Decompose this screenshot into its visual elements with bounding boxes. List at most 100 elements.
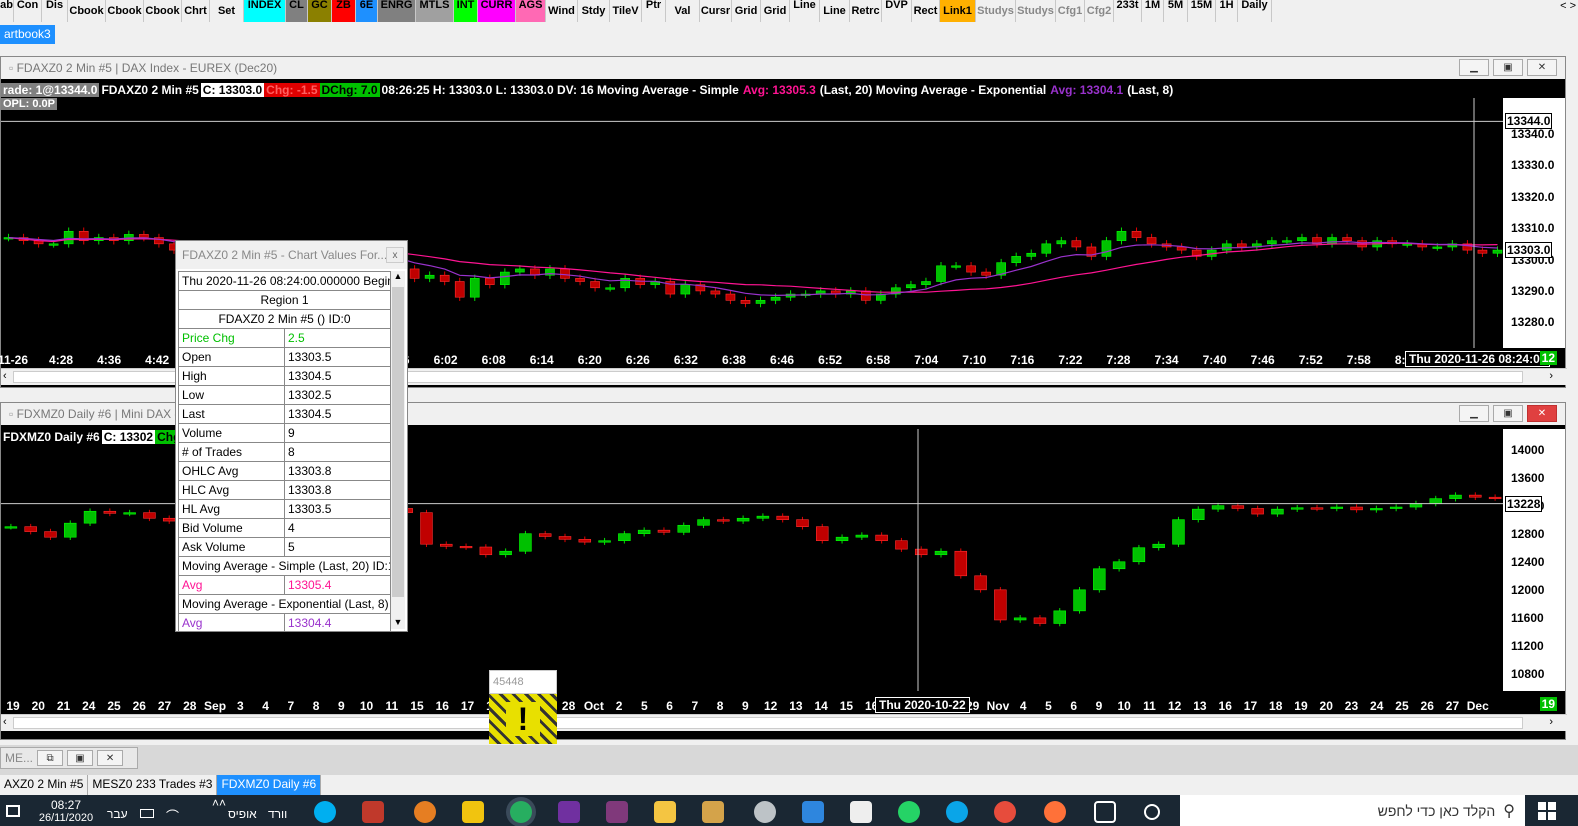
chart-tab[interactable]: FDXMZ0 Daily #6 bbox=[217, 775, 322, 795]
popup-scrollbar[interactable]: ▲ ▼ bbox=[391, 271, 405, 629]
toolbar-button-cursr-23[interactable]: Cursr bbox=[700, 0, 732, 22]
toolbar-button-15m-39[interactable]: 15M bbox=[1188, 0, 1216, 22]
minimized-window[interactable]: ME... ⧉ ▣ ✕ bbox=[0, 747, 138, 769]
globe-icon[interactable] bbox=[510, 801, 532, 823]
maximize-button[interactable]: ▣ bbox=[1493, 405, 1523, 422]
toolbar-button-studys-33[interactable]: Studys bbox=[1016, 0, 1056, 22]
toolbar-button-233t-36[interactable]: 233t bbox=[1114, 0, 1142, 22]
toolbar-button-cbook-3[interactable]: Cbook bbox=[68, 0, 106, 22]
chart-values-window[interactable]: FDAXZ0 2 Min #5 - Chart Values For... x … bbox=[175, 240, 408, 632]
chart-tab[interactable]: AXZ0 2 Min #5 bbox=[0, 775, 89, 795]
toolbar-button-cbook-4[interactable]: Cbook bbox=[106, 0, 144, 22]
toolbar-button-curr-16[interactable]: CURR bbox=[478, 0, 516, 22]
toolbar-button-grid-24[interactable]: Grid bbox=[732, 0, 761, 22]
toolbar-button-zb-11[interactable]: ZB bbox=[332, 0, 356, 22]
taskbar-clock[interactable]: 08:27 26/11/2020 bbox=[38, 798, 94, 824]
chevron-up-icon[interactable]: ˄˄ bbox=[212, 796, 226, 810]
toolbar-button-link1-31[interactable]: Link1 bbox=[940, 0, 976, 22]
windows-start-button[interactable] bbox=[1538, 802, 1556, 820]
toolbar-button-rect-30[interactable]: Rect bbox=[912, 0, 940, 22]
price-axis[interactable]: 13340.0 13330.0 13320.0 13310.0 13300.0 13290… bbox=[1503, 98, 1565, 348]
toolbar-button-val-22[interactable]: Val bbox=[666, 0, 700, 22]
whatsapp-icon[interactable] bbox=[898, 801, 920, 823]
toolbar-button-set-7[interactable]: Set bbox=[210, 0, 244, 22]
toolbar-button-int-15[interactable]: INT bbox=[454, 0, 478, 22]
toolbar-button-ab-0[interactable]: ab bbox=[0, 0, 14, 22]
minimize-button[interactable]: ▁ bbox=[1459, 59, 1489, 76]
taskbar-search[interactable]: הקלד כאן כדי לחפש ⚲ bbox=[1180, 795, 1525, 826]
toolbar-button-ptr-21[interactable]: Ptr bbox=[642, 0, 666, 22]
store-icon[interactable] bbox=[850, 801, 872, 823]
toolbar-button-wind-18[interactable]: Wind bbox=[546, 0, 578, 22]
toolbar-button-grid-25[interactable]: Grid bbox=[761, 0, 790, 22]
toolbar-button-retrc-28[interactable]: Retrc bbox=[850, 0, 882, 22]
toolbar-button-studys-32[interactable]: Studys bbox=[976, 0, 1016, 22]
wifi-icon[interactable]: ⌒ bbox=[166, 806, 179, 825]
close-button[interactable]: ✕ bbox=[97, 750, 124, 766]
scroll-right-arrow[interactable]: › bbox=[1549, 370, 1553, 382]
popup-title[interactable]: FDAXZ0 2 Min #5 - Chart Values For... bbox=[176, 241, 407, 269]
toolbar-button-cfg1-34[interactable]: Cfg1 bbox=[1056, 0, 1085, 22]
toolbar-button-dvp-29[interactable]: DVP bbox=[882, 0, 912, 22]
firefox-icon[interactable] bbox=[1044, 801, 1066, 823]
toolbar-button-enrg-13[interactable]: ENRG bbox=[378, 0, 416, 22]
toolbar-button-1m-37[interactable]: 1M bbox=[1142, 0, 1164, 22]
sierra-chart-icon[interactable] bbox=[462, 801, 484, 823]
toolbar-button-line-26[interactable]: Line bbox=[790, 0, 820, 22]
toolbar-button-chrt-6[interactable]: Chrt bbox=[182, 0, 210, 22]
toolbar-button-mtls-14[interactable]: MTLS bbox=[416, 0, 454, 22]
scroll-left-arrow[interactable]: ‹ bbox=[3, 370, 7, 382]
time-axis[interactable]: 19 20 21 24 25 26 27 28 Sep 3 4 7 8 9 10 11 15 16 17 18 2 12 2… bbox=[1, 697, 1565, 713]
toolbar-button-1h-40[interactable]: 1H bbox=[1216, 0, 1238, 22]
chrome-icon[interactable] bbox=[994, 801, 1016, 823]
price-axis[interactable]: 1400013600132001280012400120001160011200… bbox=[1503, 429, 1565, 691]
toolbar-button-line-27[interactable]: Line bbox=[820, 0, 850, 22]
toolbar-button-cbook-5[interactable]: Cbook bbox=[144, 0, 182, 22]
maximize-button[interactable]: ▣ bbox=[67, 750, 94, 766]
chartbook-tab[interactable]: artbook3 bbox=[0, 25, 55, 44]
task-view-icon[interactable] bbox=[1094, 801, 1116, 823]
scroll-up-arrow[interactable]: ▲ bbox=[391, 271, 405, 281]
minimize-button[interactable]: ▁ bbox=[1459, 405, 1489, 422]
skype-icon[interactable] bbox=[314, 801, 336, 823]
toolbar-button-cfg2-35[interactable]: Cfg2 bbox=[1085, 0, 1114, 22]
close-button[interactable]: ✕ bbox=[1527, 59, 1557, 76]
toolbar-button-ags-17[interactable]: AGS bbox=[516, 0, 546, 22]
notification-icon[interactable] bbox=[6, 805, 20, 817]
toolbar-button-6e-12[interactable]: 6E bbox=[356, 0, 378, 22]
mail-icon[interactable] bbox=[802, 801, 824, 823]
toolbar-button-con-1[interactable]: Con bbox=[14, 0, 42, 22]
horizontal-scrollbar[interactable]: ‹ › bbox=[1, 714, 1567, 731]
scroll-right-arrow[interactable]: › bbox=[1549, 716, 1553, 728]
chart-tab[interactable]: MESZ0 233 Trades #3 bbox=[88, 775, 218, 795]
alert-indicator[interactable]: 45448 ! bbox=[489, 670, 557, 746]
toolbar-button-gc-10[interactable]: GC bbox=[308, 0, 332, 22]
scroll-thumb[interactable] bbox=[392, 287, 404, 597]
app-icon-red[interactable] bbox=[362, 801, 384, 823]
app-icon-orange[interactable] bbox=[414, 801, 436, 823]
popup-close-button[interactable]: x bbox=[386, 247, 404, 263]
toolbar-button-daily-41[interactable]: Daily bbox=[1238, 0, 1272, 22]
edge-icon[interactable] bbox=[946, 801, 968, 823]
word-toolbar-label[interactable]: וורד bbox=[268, 807, 287, 821]
language-indicator[interactable]: עבר bbox=[107, 807, 128, 821]
toolbar-button-stdy-19[interactable]: Stdy bbox=[578, 0, 610, 22]
onenote-icon[interactable] bbox=[558, 801, 580, 823]
app-icon-chart[interactable] bbox=[754, 801, 776, 823]
toolbar-button-cl-9[interactable]: CL bbox=[286, 0, 308, 22]
scroll-left-arrow[interactable]: ‹ bbox=[3, 716, 7, 728]
battery-icon[interactable] bbox=[140, 809, 154, 818]
nav-left-button[interactable]: < bbox=[1560, 0, 1566, 14]
onenote-icon-2[interactable] bbox=[606, 801, 628, 823]
restore-button[interactable]: ⧉ bbox=[37, 750, 64, 766]
scroll-down-arrow[interactable]: ▼ bbox=[391, 617, 405, 627]
app-icon-files[interactable] bbox=[702, 801, 724, 823]
folder-icon[interactable] bbox=[654, 801, 676, 823]
toolbar-button-dis-2[interactable]: Dis bbox=[42, 0, 68, 22]
toolbar-button-5m-38[interactable]: 5M bbox=[1164, 0, 1188, 22]
warning-icon[interactable]: ! bbox=[489, 694, 557, 744]
toolbar-button-index-8[interactable]: INDEX bbox=[244, 0, 286, 22]
search-input[interactable]: הקלד כאן כדי לחפש bbox=[1378, 803, 1496, 819]
nav-right-button[interactable]: > bbox=[1570, 0, 1576, 14]
office-toolbar-label[interactable]: אופיס bbox=[228, 807, 257, 821]
